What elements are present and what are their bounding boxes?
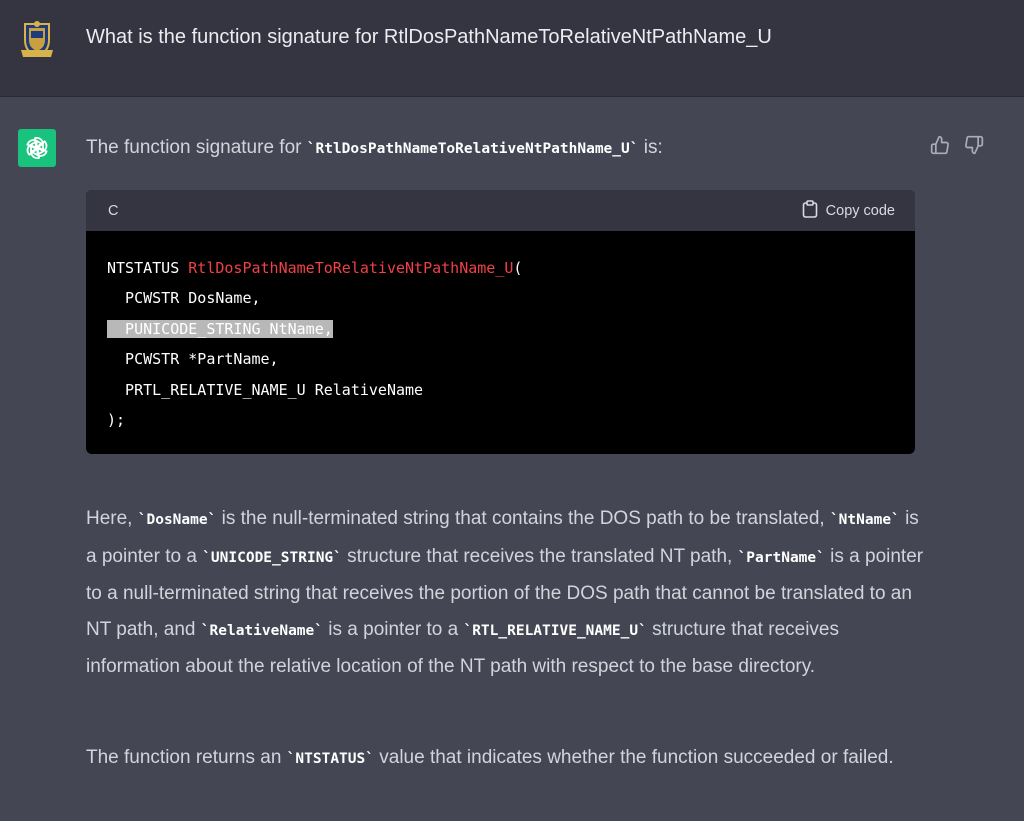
inline-code: `NTSTATUS` (286, 751, 374, 767)
code-block: C Copy code NTSTATUS RtlDosPathNameToRel… (86, 190, 915, 454)
para-text: is the null-terminated string that conta… (216, 508, 830, 529)
code-line: PRTL_RELATIVE_NAME_U RelativeName (107, 380, 424, 399)
user-message: What is the function signature for RtlDo… (0, 0, 1024, 97)
para-text: value that indicates whether the functio… (373, 747, 894, 768)
code-function-name: RtlDosPathNameToRelativeNtPathName_U (188, 259, 514, 277)
explanation-paragraph: Here, `DosName` is the null-terminated s… (86, 501, 926, 685)
code-language-label: C (108, 202, 119, 219)
openai-logo-icon (18, 129, 56, 167)
code-type: NTSTATUS (107, 259, 189, 277)
code-line-selected: PUNICODE_STRING NtName, (107, 314, 894, 344)
intro-text: is: (638, 137, 663, 158)
inline-code: `RelativeName` (200, 622, 323, 639)
para-text: is a pointer to a (323, 618, 464, 640)
inline-code: `NtName` (829, 512, 900, 528)
inline-code: `DosName` (137, 512, 217, 528)
inline-code: `PartName` (737, 549, 825, 566)
crest-avatar-icon (19, 20, 55, 58)
code-line: NTSTATUS RtlDosPathNameToRelativeNtPathN… (107, 253, 894, 283)
code-line: PCWSTR DosName, (107, 289, 261, 308)
return-value-paragraph: The function returns an `NTSTATUS` value… (86, 740, 926, 778)
thumbs-up-icon[interactable] (930, 135, 950, 155)
feedback-buttons (930, 135, 984, 155)
user-question-text: What is the function signature for RtlDo… (86, 26, 772, 48)
para-text: structure that receives the translated N… (341, 545, 738, 567)
intro-text: The function signature for (86, 137, 307, 158)
inline-code: `RTL_RELATIVE_NAME_U` (463, 622, 647, 639)
code-line: PCWSTR *PartName, (107, 350, 279, 369)
answer-intro: The function signature for `RtlDosPathNa… (86, 137, 663, 159)
thumbs-down-icon[interactable] (964, 135, 984, 155)
inline-code: `UNICODE_STRING` (202, 549, 342, 566)
code-line: ); (107, 411, 126, 430)
code-header: C Copy code (86, 190, 915, 231)
code-paren: ( (513, 259, 523, 277)
assistant-message: The function signature for `RtlDosPathNa… (0, 97, 1024, 821)
copy-code-button[interactable]: Copy code (802, 199, 895, 222)
code-content[interactable]: NTSTATUS RtlDosPathNameToRelativeNtPathN… (86, 231, 915, 454)
clipboard-icon (802, 199, 818, 222)
copy-code-label: Copy code (825, 202, 895, 219)
selected-code-text: PUNICODE_STRING NtName, (107, 319, 333, 338)
inline-code: `RtlDosPathNameToRelativeNtPathName_U` (306, 141, 639, 157)
para-text: The function returns an (86, 747, 287, 768)
para-text: Here, (86, 508, 138, 529)
